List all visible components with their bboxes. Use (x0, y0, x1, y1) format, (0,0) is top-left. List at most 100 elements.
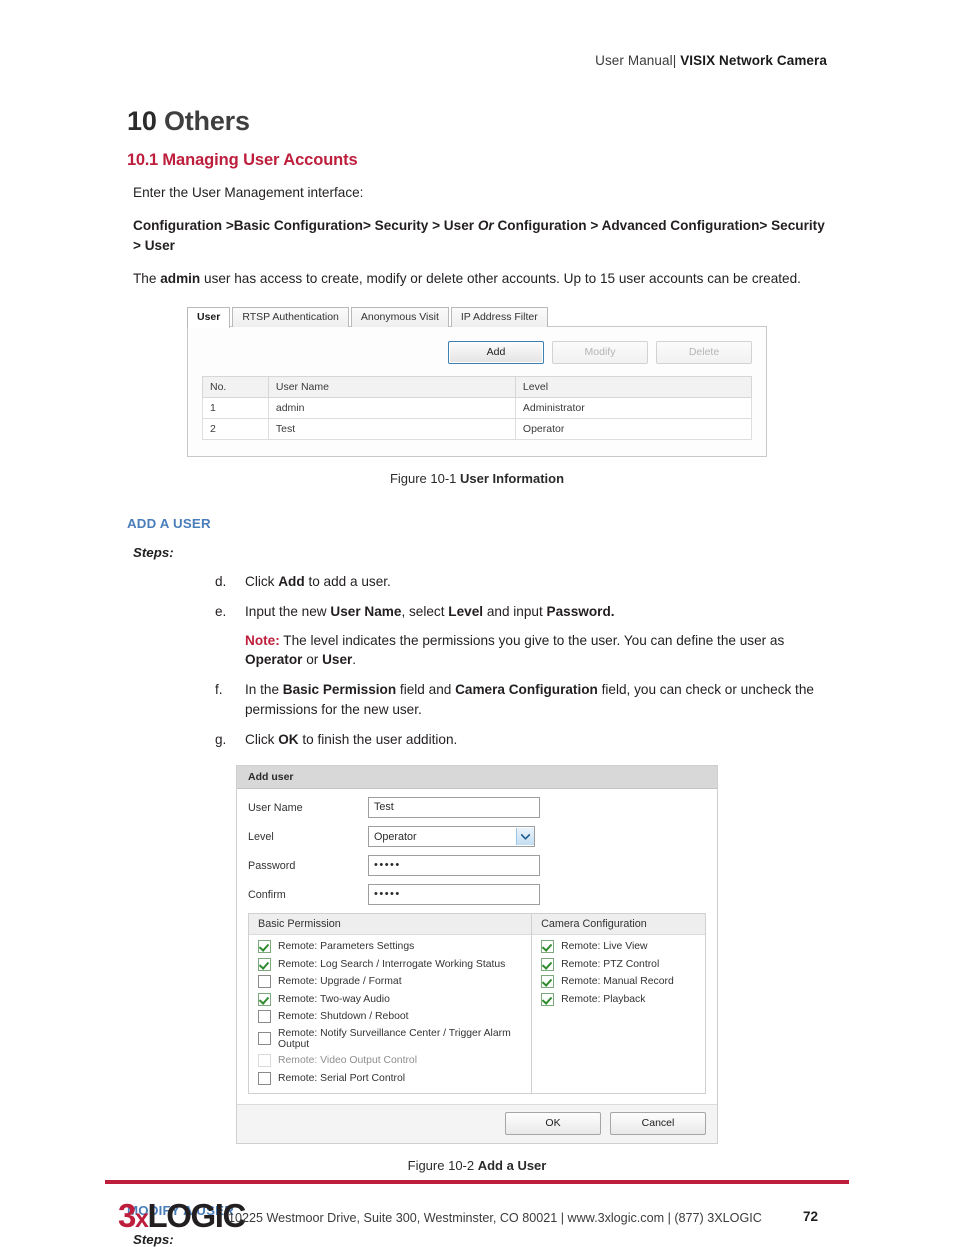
cell-level: Operator (514, 418, 753, 441)
checkbox-icon[interactable] (541, 992, 555, 1006)
column-header-level: Level (514, 376, 753, 399)
permission-two-way-audio[interactable]: Remote: Two-way Audio (258, 992, 522, 1006)
logo-x: x (134, 1205, 149, 1233)
label-password: Password (248, 859, 296, 872)
modify-button[interactable]: Modify (552, 341, 648, 365)
add-user-steps-label: Steps: (133, 545, 174, 561)
label-level: Level (248, 830, 274, 843)
permission-label: Remote: Notify Surveillance Center / Tri… (278, 1027, 511, 1050)
user-management-tabbar: User RTSP Authentication Anonymous Visit… (187, 306, 767, 329)
table-row[interactable]: 1 admin Administrator (202, 397, 753, 420)
checkbox-icon[interactable] (258, 1032, 271, 1046)
step-f: f. In the Basic Permission field and Cam… (127, 680, 827, 719)
step-f-bold-basic-permission: Basic Permission (282, 682, 397, 698)
checkbox-icon[interactable] (258, 975, 271, 989)
basic-permission-column: Basic Permission Remote: Parameters Sett… (249, 914, 533, 1093)
user-action-buttons: Add Modify Delete (202, 341, 752, 365)
cell-no: 2 (202, 418, 269, 441)
add-a-user-heading: ADD A USER (127, 516, 211, 532)
ok-button[interactable]: OK (505, 1111, 601, 1135)
add-user-dialog-title: Add user (237, 766, 717, 790)
permission-live-view[interactable]: Remote: Live View (541, 940, 696, 954)
step-f-mid: field and (396, 682, 456, 698)
permission-label: Remote: Manual Record (561, 976, 674, 988)
checkbox-icon[interactable] (541, 975, 555, 989)
section-heading: 10.1 Managing User Accounts (127, 151, 827, 170)
checkbox-icon[interactable] (258, 1071, 271, 1085)
step-d-marker: d. (215, 574, 227, 590)
cell-level: Administrator (514, 397, 753, 420)
figure-2-container: Add user User Name Test Level Operator P… (127, 765, 827, 1144)
section-title: Managing User Accounts (162, 151, 358, 170)
cancel-button[interactable]: Cancel (610, 1111, 706, 1135)
tab-anonymous-visit[interactable]: Anonymous Visit (350, 307, 449, 328)
add-button[interactable]: Add (448, 341, 544, 365)
permission-label: Remote: Video Output Control (278, 1055, 418, 1067)
intro-lead-paragraph: Enter the User Management interface: (133, 185, 364, 201)
column-header-user-name: User Name (267, 376, 516, 399)
running-header-manual-label: User Manual| (595, 53, 681, 68)
admin-description-paragraph: The admin user has access to create, mod… (133, 269, 827, 288)
password-input[interactable]: ••••• (368, 855, 540, 877)
note-text: The level indicates the permissions you … (279, 632, 785, 648)
checkbox-icon[interactable] (258, 1010, 271, 1024)
tab-ip-address-filter[interactable]: IP Address Filter (450, 307, 548, 328)
step-g: g. Click OK to finish the user addition. (127, 730, 827, 749)
figure-1-name: User Information (460, 471, 565, 487)
permission-label: Remote: PTZ Control (561, 958, 660, 970)
permission-serial-port-control[interactable]: Remote: Serial Port Control (258, 1071, 522, 1085)
checkbox-icon[interactable] (258, 992, 271, 1006)
nav-path-or: Or (477, 218, 494, 234)
permission-label: Remote: Shutdown / Reboot (278, 1011, 409, 1023)
user-name-input[interactable]: Test (368, 797, 540, 819)
checkbox-icon[interactable] (541, 957, 555, 971)
table-header-row: No. User Name Level (202, 376, 753, 399)
basic-permission-header: Basic Permission (249, 914, 532, 936)
camera-configuration-header: Camera Configuration (532, 914, 705, 936)
figure-2-name: Add a User (477, 1157, 547, 1173)
field-row-password: Password ••••• (248, 855, 706, 877)
checkbox-icon[interactable] (258, 957, 271, 971)
step-f-bold-camera-configuration: Camera Configuration (455, 682, 598, 698)
figure-1-label: Figure 10-1 (389, 471, 461, 487)
footer-address: 10225 Westmoor Drive, Suite 300, Westmin… (228, 1211, 762, 1225)
confirm-password-input[interactable]: ••••• (368, 884, 540, 906)
checkbox-icon (258, 1054, 271, 1068)
running-header-product: VISIX Network Camera (680, 53, 827, 68)
step-f-pre: In the (245, 682, 283, 698)
label-user-name: User Name (248, 801, 303, 814)
note-end: . (352, 651, 357, 667)
table-row[interactable]: 2 Test Operator (202, 418, 753, 441)
level-select[interactable]: Operator (368, 826, 535, 848)
nav-path-part-1: Configuration >Basic Configuration> Secu… (133, 218, 478, 234)
cell-user-name: admin (267, 397, 516, 420)
tab-user[interactable]: User (187, 307, 231, 329)
permission-manual-record[interactable]: Remote: Manual Record (541, 975, 696, 989)
permission-playback[interactable]: Remote: Playback (541, 992, 696, 1006)
user-accounts-table: No. User Name Level 1 admin Administrato… (202, 376, 753, 441)
step-d-post: to add a user. (304, 574, 391, 590)
permission-log-search[interactable]: Remote: Log Search / Interrogate Working… (258, 957, 522, 971)
permission-upgrade-format[interactable]: Remote: Upgrade / Format (258, 975, 522, 989)
delete-button[interactable]: Delete (656, 341, 752, 365)
camera-configuration-list: Remote: Live View Remote: PTZ Control Re… (532, 935, 705, 1014)
permission-shutdown-reboot[interactable]: Remote: Shutdown / Reboot (258, 1010, 522, 1024)
checkbox-icon[interactable] (258, 940, 271, 954)
chapter-heading: 10 Others (127, 106, 827, 137)
note-mid: or (302, 651, 323, 667)
figure-1-container: User RTSP Authentication Anonymous Visit… (127, 306, 827, 458)
step-e-mid-2: and input (483, 604, 547, 620)
permission-parameters-settings[interactable]: Remote: Parameters Settings (258, 940, 522, 954)
label-confirm: Confirm (248, 888, 286, 901)
step-e-marker: e. (215, 604, 227, 620)
add-user-steps-list: d. Click Add to add a user. e. Input the… (127, 572, 827, 749)
field-row-user-name: User Name Test (248, 797, 706, 819)
column-header-no: No. (202, 376, 269, 399)
step-g-pre: Click (245, 731, 279, 747)
admin-desc-pre: The (133, 270, 161, 286)
permission-notify-surveillance-center[interactable]: Remote: Notify Surveillance Center / Tri… (258, 1028, 522, 1050)
permission-ptz-control[interactable]: Remote: PTZ Control (541, 957, 696, 971)
checkbox-icon[interactable] (541, 940, 555, 954)
level-note: Note: The level indicates the permission… (245, 631, 827, 670)
tab-rtsp-authentication[interactable]: RTSP Authentication (232, 307, 349, 328)
